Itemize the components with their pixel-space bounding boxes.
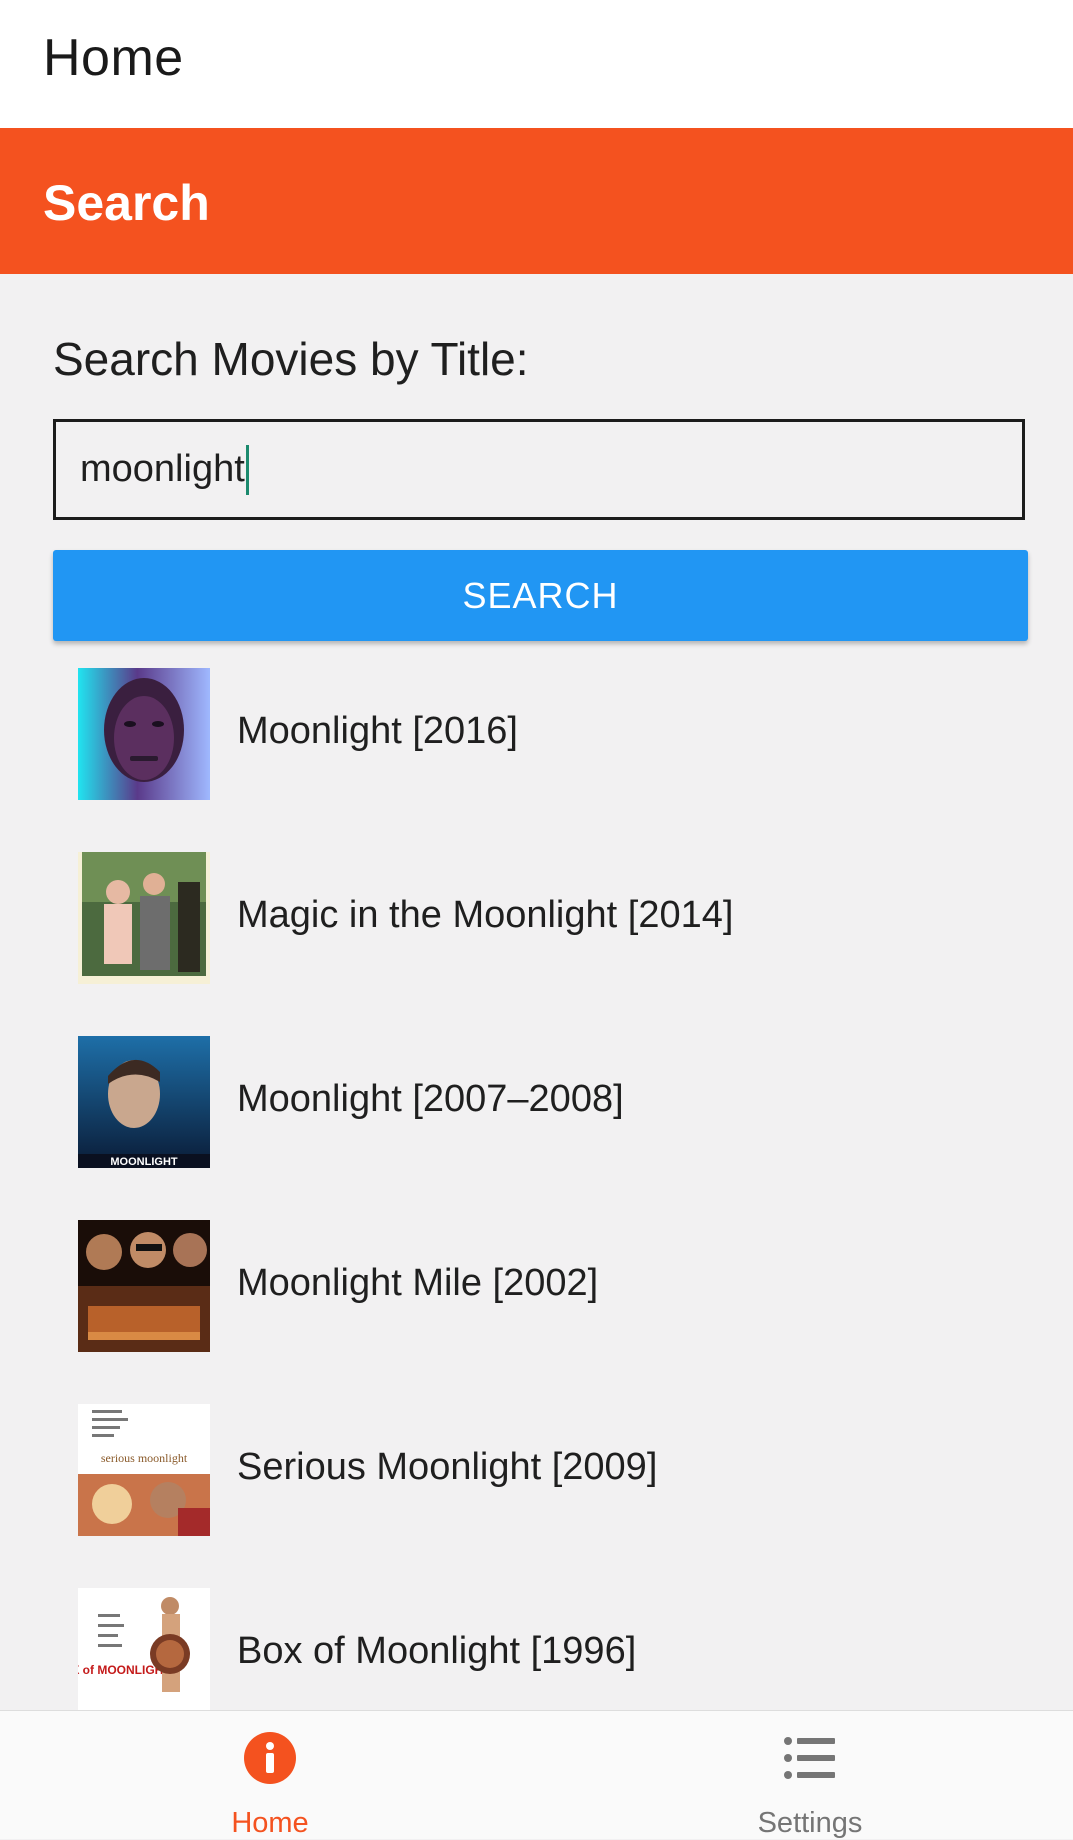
info-circle-icon xyxy=(243,1731,297,1785)
nav-label-home: Home xyxy=(231,1807,309,1839)
search-button[interactable]: SEARCH xyxy=(53,550,1028,641)
search-input-value: moonlight xyxy=(80,448,245,490)
movie-poster: BOX of MOONLIGHT xyxy=(78,1588,210,1710)
movie-poster xyxy=(78,1220,210,1352)
poster-text: serious moonlight xyxy=(101,1451,188,1465)
section-title: Search xyxy=(43,175,210,231)
result-item[interactable]: BOX of MOONLIGHT Box of Moonlight [1996] xyxy=(0,1588,1073,1710)
search-input[interactable]: moonlight xyxy=(53,419,1025,520)
bottom-navigation: Home Settings xyxy=(0,1710,1073,1839)
result-item[interactable]: serious moonlight Serious Moonlight [200… xyxy=(0,1404,1073,1588)
result-title: Box of Moonlight [1996] xyxy=(237,1630,637,1672)
result-item[interactable]: Magic in the Moonlight [2014] xyxy=(0,852,1073,1036)
nav-item-settings[interactable]: Settings xyxy=(660,1711,960,1839)
movie-poster xyxy=(78,852,210,984)
result-title: Magic in the Moonlight [2014] xyxy=(237,894,734,936)
result-title: Moonlight [2007–2008] xyxy=(237,1078,624,1120)
section-header: Search xyxy=(0,128,1073,274)
result-title: Moonlight [2016] xyxy=(237,710,518,752)
nav-item-home[interactable]: Home xyxy=(120,1711,420,1839)
app-title: Home xyxy=(43,29,184,87)
result-title: Moonlight Mile [2002] xyxy=(237,1262,599,1304)
list-icon xyxy=(783,1731,837,1785)
search-page: Search Movies by Title: moonlight SEARCH xyxy=(0,274,1073,1710)
result-item[interactable]: Moonlight Mile [2002] xyxy=(0,1220,1073,1404)
movie-poster: MOONLIGHT xyxy=(78,1036,210,1168)
movie-poster: serious moonlight xyxy=(78,1404,210,1536)
text-caret xyxy=(245,444,249,495)
movie-poster xyxy=(78,668,210,800)
result-item[interactable]: MOONLIGHT Moonlight [2007–2008] xyxy=(0,1036,1073,1220)
result-item[interactable]: Moonlight [2016] xyxy=(0,668,1073,852)
result-title: Serious Moonlight [2009] xyxy=(237,1446,658,1488)
poster-text: MOONLIGHT xyxy=(110,1156,177,1168)
app-header: Home xyxy=(0,0,1073,128)
search-label: Search Movies by Title: xyxy=(53,333,529,385)
nav-label-settings: Settings xyxy=(757,1807,863,1839)
